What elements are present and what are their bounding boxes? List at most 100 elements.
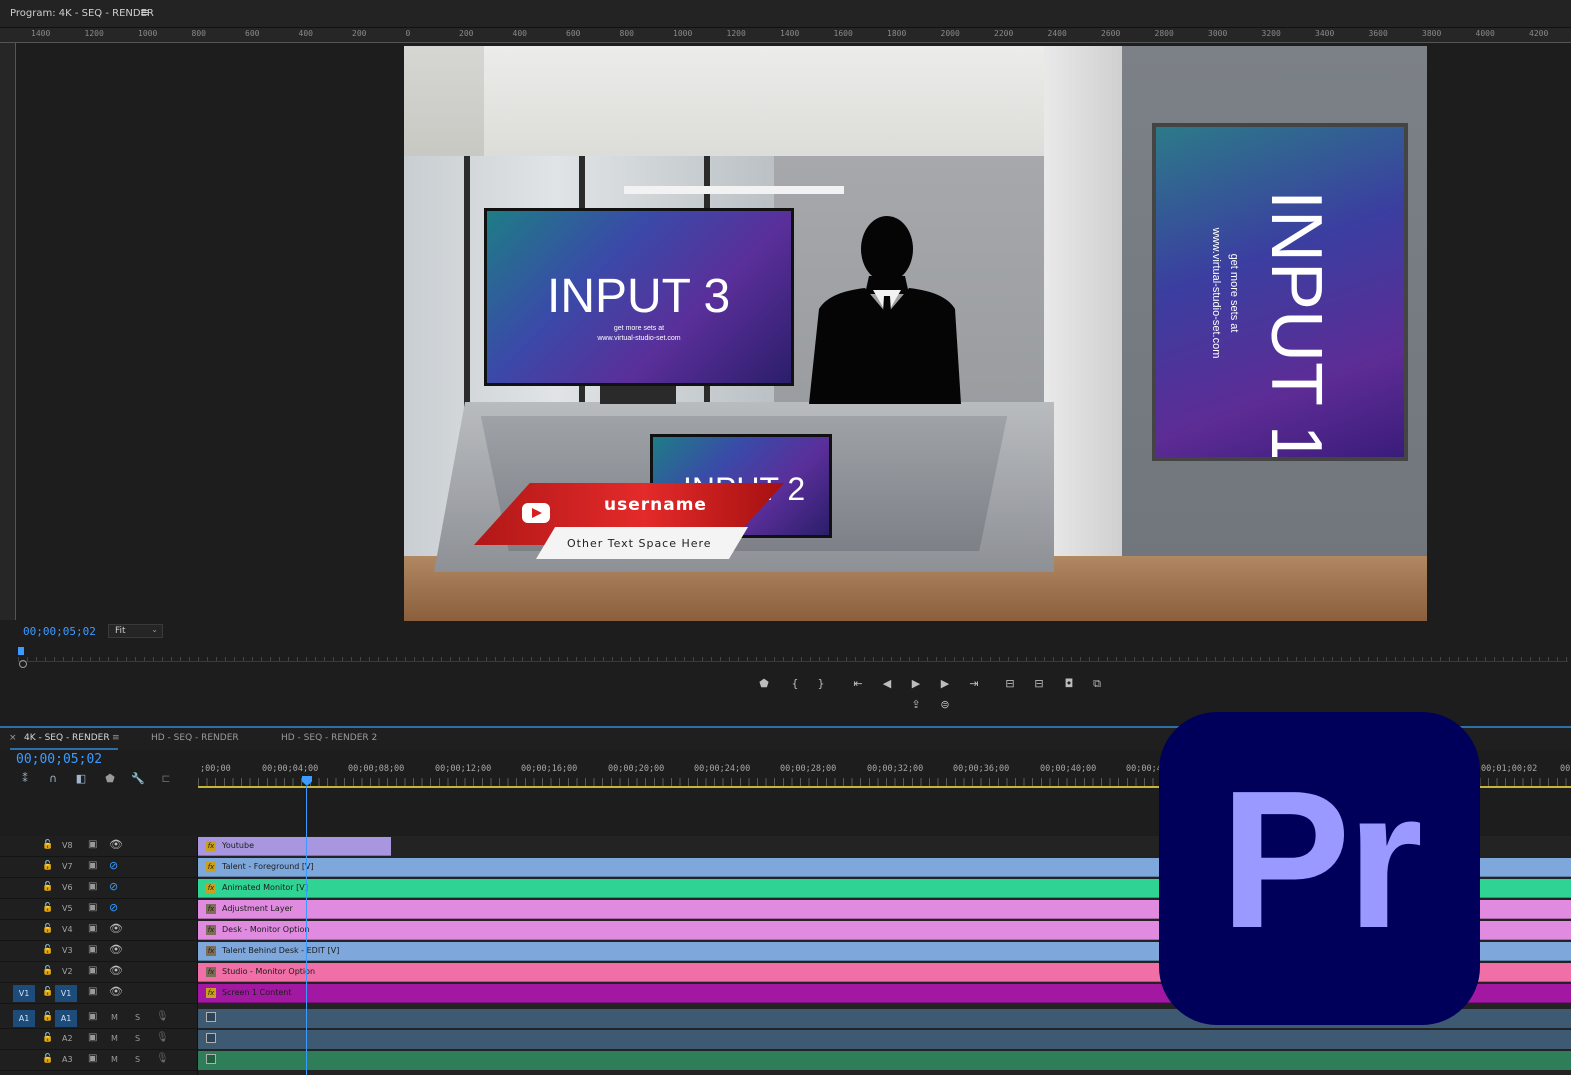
eye-icon[interactable]: 👁 (109, 985, 123, 998)
lock-icon[interactable]: 🔓 (42, 1054, 53, 1064)
track-target-v8[interactable]: V8 (62, 841, 73, 850)
step-forward-button[interactable]: ▶ (936, 676, 954, 692)
track-target-a1[interactable]: A1 (55, 1010, 77, 1027)
program-monitor-title[interactable]: Program: 4K - SEQ - RENDER (10, 8, 154, 19)
track-target-v5[interactable]: V5 (62, 904, 73, 913)
step-back-button[interactable]: ◀ (878, 676, 896, 692)
tab-menu-icon[interactable]: ≡ (112, 733, 120, 743)
go-to-in-button[interactable]: ⇤ (849, 676, 867, 692)
mark-out-button[interactable]: } (812, 676, 830, 692)
sync-lock-icon[interactable]: ▣ (88, 881, 97, 892)
tab-close-icon[interactable]: × (9, 733, 17, 743)
eye-icon[interactable]: 👁 (109, 943, 123, 956)
eye-icon[interactable]: 👁 (109, 964, 123, 977)
track-target-v7[interactable]: V7 (62, 862, 73, 871)
timeline-clip[interactable]: fx Youtube (198, 837, 391, 856)
sync-lock-icon[interactable]: ▣ (88, 1011, 97, 1022)
source-patch-v1[interactable]: V1 (13, 985, 35, 1002)
keyframe-toggle-icon[interactable] (206, 1033, 216, 1043)
lock-icon[interactable]: 🔓 (42, 903, 53, 913)
ruler-label: 0 (405, 29, 411, 38)
sync-lock-icon[interactable]: ▣ (88, 923, 97, 934)
source-patch-a1[interactable]: A1 (13, 1010, 35, 1027)
lock-icon[interactable]: 🔓 (42, 924, 53, 934)
lock-icon[interactable]: 🔓 (42, 966, 53, 976)
track-target-v3[interactable]: V3 (62, 946, 73, 955)
solo-button[interactable]: S (135, 1034, 140, 1043)
eye-off-icon[interactable]: ⊘ (109, 901, 118, 914)
timeline-playhead-timecode[interactable]: 00;00;05;02 (16, 752, 102, 767)
lock-icon[interactable]: 🔓 (42, 1033, 53, 1043)
audio-clip[interactable] (198, 1051, 1571, 1070)
timecode-label: 00;00;20;00 (608, 764, 665, 774)
sync-lock-icon[interactable]: ▣ (88, 839, 97, 850)
vr-button[interactable]: ⊜ (936, 697, 954, 713)
program-zoom-handle[interactable] (19, 660, 27, 668)
premiere-pro-logo-text: Pr (1219, 750, 1423, 969)
eye-icon[interactable]: 👁 (109, 838, 123, 851)
lock-icon[interactable]: 🔓 (42, 1012, 53, 1022)
mark-in-button[interactable]: { (786, 676, 804, 692)
eye-off-icon[interactable]: ⊘ (109, 880, 118, 893)
program-mini-timeline[interactable] (18, 652, 1568, 662)
solo-button[interactable]: S (135, 1055, 140, 1064)
export-frame-button[interactable]: ◘ (1060, 676, 1078, 692)
insert-sequence-icon[interactable]: ◧ (73, 772, 89, 786)
audio-clip[interactable] (198, 1030, 1571, 1049)
lock-icon[interactable]: 🔓 (42, 945, 53, 955)
sync-lock-icon[interactable]: ▣ (88, 860, 97, 871)
track-target-v4[interactable]: V4 (62, 925, 73, 934)
lock-icon[interactable]: 🔓 (42, 861, 53, 871)
ruler-label: 3400 (1315, 29, 1335, 38)
ruler-label: 1200 (84, 29, 104, 38)
program-video-frame[interactable]: INPUT 3 get more sets at www.virtual-stu… (404, 46, 1427, 621)
sync-lock-icon[interactable]: ▣ (88, 1053, 97, 1064)
sync-lock-icon[interactable]: ▣ (88, 1032, 97, 1043)
track-target-v2[interactable]: V2 (62, 967, 73, 976)
add-marker-icon[interactable]: ⬟ (102, 772, 118, 786)
tab-hd-seq-render[interactable]: HD - SEQ - RENDER (151, 733, 239, 743)
extract-button[interactable]: ⊟ (1030, 676, 1048, 692)
sync-lock-icon[interactable]: ▣ (88, 944, 97, 955)
mute-button[interactable]: M (111, 1034, 118, 1043)
program-playhead-timecode[interactable]: 00;00;05;02 (23, 625, 96, 638)
mute-button[interactable]: M (111, 1013, 118, 1022)
track-target-v6[interactable]: V6 (62, 883, 73, 892)
tab-hd-seq-render-2[interactable]: HD - SEQ - RENDER 2 (281, 733, 377, 743)
program-playhead-handle[interactable] (18, 647, 24, 655)
eye-icon[interactable]: 👁 (109, 922, 123, 935)
lift-button[interactable]: ⊟ (1001, 676, 1019, 692)
eye-off-icon[interactable]: ⊘ (109, 859, 118, 872)
keyframe-toggle-icon[interactable] (206, 1012, 216, 1022)
go-to-out-button[interactable]: ⇥ (965, 676, 983, 692)
lock-icon[interactable]: 🔓 (42, 987, 53, 997)
program-monitor-header: Program: 4K - SEQ - RENDER ≡ (0, 0, 1571, 28)
add-marker-button[interactable]: ⬟ (755, 676, 773, 692)
track-target-a3[interactable]: A3 (62, 1055, 73, 1064)
linked-selection-icon[interactable]: ∩ (45, 772, 61, 786)
lock-icon[interactable]: 🔓 (42, 882, 53, 892)
panel-menu-icon[interactable]: ≡ (140, 6, 149, 19)
compare-button[interactable]: ⧉ (1088, 676, 1106, 692)
sync-lock-icon[interactable]: ▣ (88, 965, 97, 976)
sync-lock-icon[interactable]: ▣ (88, 986, 97, 997)
track-target-a2[interactable]: A2 (62, 1034, 73, 1043)
voiceover-mic-icon[interactable]: 🎙 (156, 1032, 169, 1043)
video-track-header-v4: 🔓 V4 ▣ 👁 (0, 920, 198, 941)
solo-button[interactable]: S (135, 1013, 140, 1022)
lock-icon[interactable]: 🔓 (42, 840, 53, 850)
tab-4k-seq-render[interactable]: 4K - SEQ - RENDER (24, 733, 110, 743)
snap-icon[interactable]: ⁑ (17, 772, 33, 786)
captions-icon[interactable]: ⊏ (158, 772, 174, 786)
wrench-icon[interactable]: 🔧 (130, 772, 146, 786)
export-button[interactable]: ⇪ (907, 697, 925, 713)
sync-lock-icon[interactable]: ▣ (88, 902, 97, 913)
voiceover-mic-icon[interactable]: 🎙 (156, 1053, 169, 1064)
monitor-input-3: INPUT 3 get more sets at www.virtual-stu… (484, 208, 794, 386)
keyframe-toggle-icon[interactable] (206, 1054, 216, 1064)
mute-button[interactable]: M (111, 1055, 118, 1064)
track-target-v1[interactable]: V1 (55, 985, 77, 1002)
voiceover-mic-icon[interactable]: 🎙 (156, 1011, 169, 1022)
play-button[interactable]: ▶ (907, 676, 925, 692)
zoom-level-select[interactable]: Fit ⌄ (108, 624, 163, 638)
